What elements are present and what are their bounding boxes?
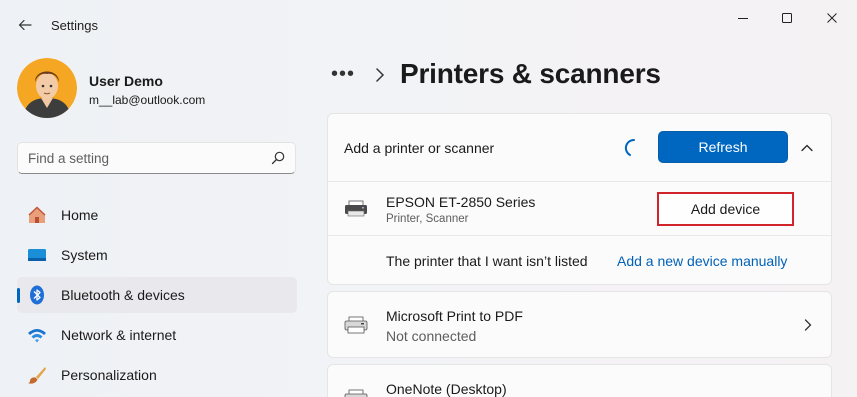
printer-status: Not connected bbox=[386, 328, 477, 344]
page-title: Printers & scanners bbox=[400, 58, 661, 89]
settings-window: Settings User Demo m__lab@outlook.com Fi… bbox=[0, 0, 857, 397]
maximize-icon bbox=[782, 13, 792, 23]
brush-icon bbox=[28, 367, 46, 384]
found-device-row: EPSON ET-2850 Series Printer, Scanner Ad… bbox=[328, 181, 831, 235]
printer-name: OneNote (Desktop) bbox=[386, 381, 507, 397]
search-input[interactable]: Find a setting bbox=[17, 142, 296, 174]
sidebar-item-home[interactable]: Home bbox=[17, 197, 297, 233]
system-icon bbox=[28, 249, 46, 261]
printer-name: Microsoft Print to PDF bbox=[386, 308, 523, 324]
refresh-button[interactable]: Refresh bbox=[658, 131, 788, 163]
back-arrow-icon bbox=[18, 19, 32, 31]
avatar[interactable] bbox=[17, 58, 77, 118]
sidebar-item-label: System bbox=[61, 247, 108, 263]
minimize-icon bbox=[738, 18, 748, 19]
device-type: Printer, Scanner bbox=[386, 213, 469, 225]
not-listed-text: The printer that I want isn’t listed bbox=[386, 253, 588, 269]
chevron-right-icon bbox=[804, 319, 812, 331]
chevron-right-icon bbox=[376, 68, 385, 82]
breadcrumb-overflow-button[interactable]: ••• bbox=[331, 63, 355, 86]
chevron-up-icon[interactable] bbox=[798, 139, 816, 157]
device-name: EPSON ET-2850 Series bbox=[386, 194, 536, 210]
not-listed-row: The printer that I want isn’t listed Add… bbox=[328, 235, 831, 285]
user-email: m__lab@outlook.com bbox=[89, 93, 206, 107]
search-placeholder: Find a setting bbox=[28, 151, 110, 166]
add-printer-header[interactable]: Add a printer or scanner Refresh bbox=[328, 114, 831, 181]
sidebar-item-system[interactable]: System bbox=[17, 237, 297, 273]
bluetooth-icon bbox=[30, 285, 44, 305]
user-name: User Demo bbox=[89, 73, 163, 89]
sidebar-item-label: Personalization bbox=[61, 367, 157, 383]
home-icon bbox=[28, 206, 46, 223]
sidebar-item-network[interactable]: Network & internet bbox=[17, 317, 297, 353]
active-indicator bbox=[17, 288, 20, 303]
close-button[interactable] bbox=[822, 8, 842, 28]
add-device-button[interactable]: Add device bbox=[657, 192, 794, 226]
printer-icon bbox=[344, 389, 368, 397]
add-printer-card: Add a printer or scanner Refresh EPSON E… bbox=[327, 113, 832, 285]
minimize-button[interactable] bbox=[733, 8, 753, 28]
sidebar-item-personalization[interactable]: Personalization bbox=[17, 357, 297, 393]
sidebar-item-bluetooth[interactable]: Bluetooth & devices bbox=[17, 277, 297, 313]
printer-card[interactable]: OneNote (Desktop) bbox=[327, 364, 832, 397]
title-bar: Settings bbox=[0, 0, 857, 44]
back-button[interactable] bbox=[12, 12, 38, 38]
sidebar-item-label: Bluetooth & devices bbox=[61, 287, 185, 303]
loading-spinner-icon bbox=[624, 138, 635, 156]
printer-card[interactable]: Microsoft Print to PDF Not connected bbox=[327, 291, 832, 358]
user-avatar-icon bbox=[17, 58, 77, 118]
sidebar-item-label: Network & internet bbox=[61, 327, 177, 343]
printer-icon bbox=[344, 316, 368, 334]
printer-icon bbox=[345, 200, 367, 217]
close-icon bbox=[827, 13, 837, 23]
add-printer-label: Add a printer or scanner bbox=[344, 140, 495, 156]
wifi-icon bbox=[28, 329, 46, 343]
app-title: Settings bbox=[51, 18, 98, 33]
sidebar-item-label: Home bbox=[61, 207, 99, 223]
maximize-button[interactable] bbox=[777, 8, 797, 28]
add-device-manually-link[interactable]: Add a new device manually bbox=[617, 253, 787, 269]
search-icon bbox=[271, 151, 285, 165]
